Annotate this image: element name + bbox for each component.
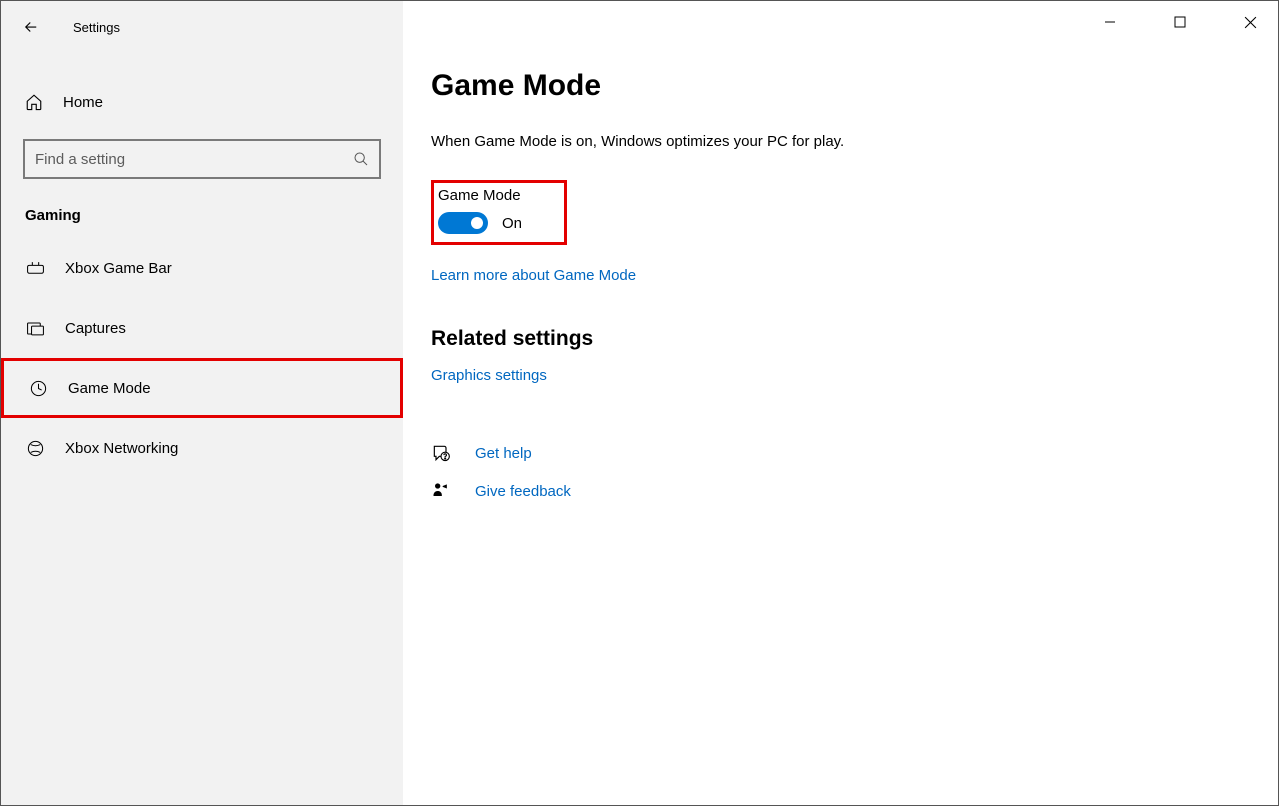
main-content: Game Mode When Game Mode is on, Windows … — [403, 1, 1278, 805]
home-icon — [25, 93, 43, 111]
close-icon — [1244, 16, 1257, 29]
sidebar-item-game-mode[interactable]: Game Mode — [1, 358, 403, 418]
minimize-icon — [1104, 16, 1116, 28]
game-mode-toggle[interactable] — [438, 212, 488, 234]
sidebar-section-title: Gaming — [1, 189, 403, 238]
sidebar-item-label: Captures — [65, 320, 126, 337]
related-settings-heading: Related settings — [431, 327, 1278, 351]
sidebar-item-label: Xbox Game Bar — [65, 260, 172, 277]
toggle-state: On — [502, 215, 522, 232]
sidebar-item-xbox-networking[interactable]: Xbox Networking — [1, 418, 403, 478]
window-title: Settings — [73, 20, 120, 35]
search-icon — [353, 151, 369, 167]
sidebar-item-label: Xbox Networking — [65, 440, 178, 457]
sidebar-item-captures[interactable]: Captures — [1, 298, 403, 358]
minimize-button[interactable] — [1090, 7, 1130, 37]
graphics-settings-link[interactable]: Graphics settings — [431, 367, 547, 384]
maximize-button[interactable] — [1160, 7, 1200, 37]
search-input[interactable] — [23, 139, 381, 179]
game-bar-icon — [25, 259, 45, 278]
sidebar: Settings Home Gaming Xbox Game Bar — [1, 1, 403, 805]
back-button[interactable] — [17, 13, 45, 41]
xbox-networking-icon — [25, 439, 45, 458]
page-title: Game Mode — [431, 69, 1278, 103]
game-mode-icon — [28, 379, 48, 398]
feedback-icon — [431, 481, 451, 501]
give-feedback-row: Give feedback — [431, 481, 1278, 501]
close-button[interactable] — [1230, 7, 1270, 37]
captures-icon — [25, 319, 45, 338]
arrow-left-icon — [22, 18, 40, 36]
page-description: When Game Mode is on, Windows optimizes … — [431, 133, 1278, 150]
search-field[interactable] — [35, 151, 353, 168]
help-icon — [431, 443, 451, 463]
maximize-icon — [1174, 16, 1186, 28]
toggle-knob — [471, 217, 483, 229]
titlebar: Settings — [1, 1, 403, 53]
window-controls — [1090, 7, 1270, 37]
get-help-link[interactable]: Get help — [475, 445, 532, 462]
sidebar-item-label: Game Mode — [68, 380, 151, 397]
home-button[interactable]: Home — [1, 81, 403, 123]
game-mode-toggle-block: Game Mode On — [431, 180, 567, 245]
give-feedback-link[interactable]: Give feedback — [475, 483, 571, 500]
learn-more-link[interactable]: Learn more about Game Mode — [431, 267, 636, 284]
sidebar-item-xbox-game-bar[interactable]: Xbox Game Bar — [1, 238, 403, 298]
toggle-label: Game Mode — [438, 187, 522, 204]
get-help-row: Get help — [431, 443, 1278, 463]
home-label: Home — [63, 94, 103, 111]
